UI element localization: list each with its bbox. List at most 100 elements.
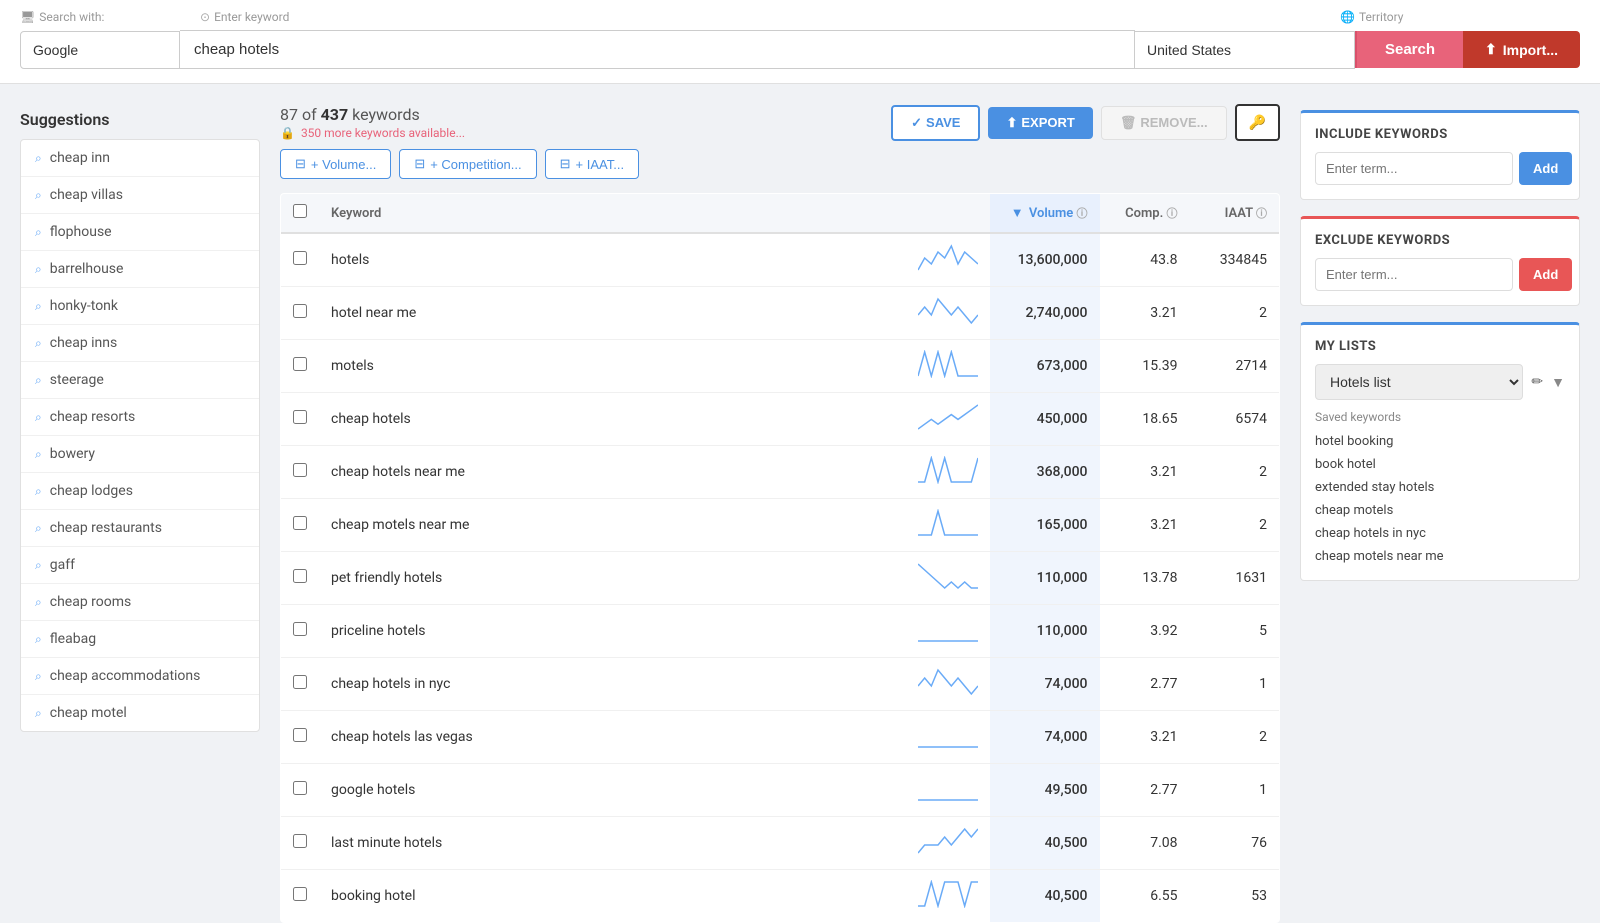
territory-select[interactable]: United States United Kingdom Canada Aust… [1135, 31, 1355, 69]
sparkline-cell [906, 393, 990, 446]
row-checkbox[interactable] [293, 728, 307, 742]
select-all-header[interactable] [281, 194, 320, 234]
filter-icon: ⊟ [560, 156, 571, 172]
row-checkbox-cell[interactable] [281, 658, 320, 711]
table-row: cheap hotels 450,000 18.65 6574 [281, 393, 1280, 446]
suggestion-item[interactable]: ⌕cheap accommodations [21, 658, 259, 695]
keyword-input[interactable] [180, 30, 1135, 69]
suggestion-item[interactable]: ⌕cheap lodges [21, 473, 259, 510]
row-checkbox-cell[interactable] [281, 340, 320, 393]
search-small-icon: ⌕ [35, 225, 42, 240]
select-all-checkbox[interactable] [293, 204, 307, 218]
saved-keywords-label: Saved keywords [1315, 410, 1565, 424]
volume-cell: 40,500 [990, 817, 1100, 870]
suggestion-item[interactable]: ⌕steerage [21, 362, 259, 399]
table-row: cheap hotels in nyc 74,000 2.77 1 [281, 658, 1280, 711]
iaat-cell: 1 [1190, 658, 1280, 711]
row-checkbox[interactable] [293, 569, 307, 583]
search-button[interactable]: Search [1355, 31, 1463, 68]
search-small-icon: ⌕ [35, 484, 42, 499]
exclude-term-input[interactable] [1315, 258, 1513, 291]
suggestion-item[interactable]: ⌕cheap rooms [21, 584, 259, 621]
keywords-count-area: 87 of 437 keywords 🔒 350 more keywords a… [280, 105, 465, 140]
row-checkbox-cell[interactable] [281, 605, 320, 658]
suggestion-item[interactable]: ⌕cheap restaurants [21, 510, 259, 547]
suggestion-item[interactable]: ⌕barrelhouse [21, 251, 259, 288]
row-checkbox[interactable] [293, 622, 307, 636]
filter-button[interactable]: ⊟ + IAAT... [545, 149, 639, 179]
row-checkbox-cell[interactable] [281, 764, 320, 817]
chevron-down-icon[interactable]: ▼ [1551, 374, 1565, 391]
keyword-label: ⊙ Enter keyword [200, 10, 1340, 24]
keyword-cell: cheap hotels [319, 393, 906, 446]
keyword-cell: last minute hotels [319, 817, 906, 870]
sparkline-cell [906, 446, 990, 499]
edit-icon[interactable]: ✏ [1531, 374, 1543, 390]
comp-info-icon[interactable]: ⓘ [1167, 207, 1178, 220]
suggestion-item[interactable]: ⌕bowery [21, 436, 259, 473]
suggestion-item[interactable]: ⌕fleabag [21, 621, 259, 658]
suggestion-item[interactable]: ⌕cheap inn [21, 140, 259, 177]
row-checkbox-cell[interactable] [281, 817, 320, 870]
key-button[interactable]: 🔑 [1235, 104, 1280, 141]
row-checkbox[interactable] [293, 463, 307, 477]
suggestion-item[interactable]: ⌕cheap inns [21, 325, 259, 362]
include-add-button[interactable]: Add [1519, 152, 1572, 185]
table-row: cheap hotels las vegas 74,000 3.21 2 [281, 711, 1280, 764]
row-checkbox-cell[interactable] [281, 446, 320, 499]
import-button[interactable]: ⬆ Import... [1463, 31, 1580, 68]
search-small-icon: ⌕ [35, 558, 42, 573]
suggestion-item[interactable]: ⌕cheap motel [21, 695, 259, 731]
save-button[interactable]: ✓ SAVE [891, 105, 980, 141]
keyword-column-header: Keyword [319, 194, 906, 234]
check-icon: ✓ [911, 115, 922, 131]
territory-label: 🌐 Territory [1340, 10, 1580, 24]
include-term-input[interactable] [1315, 152, 1513, 185]
suggestion-item[interactable]: ⌕flophouse [21, 214, 259, 251]
row-checkbox-cell[interactable] [281, 233, 320, 287]
row-checkbox-cell[interactable] [281, 870, 320, 923]
suggestion-item[interactable]: ⌕honky-tonk [21, 288, 259, 325]
exclude-keywords-row: Add [1315, 258, 1565, 291]
list-select[interactable]: Hotels list [1315, 364, 1523, 400]
iaat-cell: 5 [1190, 605, 1280, 658]
keyword-cell: cheap hotels in nyc [319, 658, 906, 711]
suggestion-item[interactable]: ⌕gaff [21, 547, 259, 584]
suggestion-item[interactable]: ⌕cheap villas [21, 177, 259, 214]
row-checkbox-cell[interactable] [281, 287, 320, 340]
row-checkbox[interactable] [293, 516, 307, 530]
keyword-cell: cheap hotels near me [319, 446, 906, 499]
volume-cell: 673,000 [990, 340, 1100, 393]
volume-info-icon[interactable]: ⓘ [1077, 207, 1088, 220]
row-checkbox[interactable] [293, 834, 307, 848]
iaat-cell: 2 [1190, 446, 1280, 499]
exclude-add-button[interactable]: Add [1519, 258, 1572, 291]
keyword-cell: booking hotel [319, 870, 906, 923]
filter-button[interactable]: ⊟ + Volume... [280, 149, 391, 179]
row-checkbox-cell[interactable] [281, 499, 320, 552]
saved-keyword-item: hotel booking [1315, 432, 1565, 451]
sparkline-cell [906, 711, 990, 764]
row-checkbox-cell[interactable] [281, 393, 320, 446]
row-checkbox-cell[interactable] [281, 552, 320, 605]
volume-cell: 165,000 [990, 499, 1100, 552]
row-checkbox[interactable] [293, 357, 307, 371]
row-checkbox[interactable] [293, 410, 307, 424]
row-checkbox-cell[interactable] [281, 711, 320, 764]
row-checkbox[interactable] [293, 675, 307, 689]
suggestion-item[interactable]: ⌕cheap resorts [21, 399, 259, 436]
row-checkbox[interactable] [293, 251, 307, 265]
search-small-icon: ⌕ [35, 336, 42, 351]
export-button[interactable]: ⬆ EXPORT [988, 107, 1092, 139]
table-row: hotels 13,600,000 43.8 334845 [281, 233, 1280, 287]
volume-cell: 49,500 [990, 764, 1100, 817]
include-keywords-row: Add [1315, 152, 1565, 185]
row-checkbox[interactable] [293, 304, 307, 318]
filter-button[interactable]: ⊟ + Competition... [399, 149, 536, 179]
engine-select[interactable]: Google Bing Yahoo [20, 31, 180, 69]
row-checkbox[interactable] [293, 887, 307, 901]
volume-column-header[interactable]: ▼ Volume ⓘ [990, 194, 1100, 234]
row-checkbox[interactable] [293, 781, 307, 795]
iaat-info-icon[interactable]: ⓘ [1256, 207, 1267, 220]
keyword-cell: cheap hotels las vegas [319, 711, 906, 764]
